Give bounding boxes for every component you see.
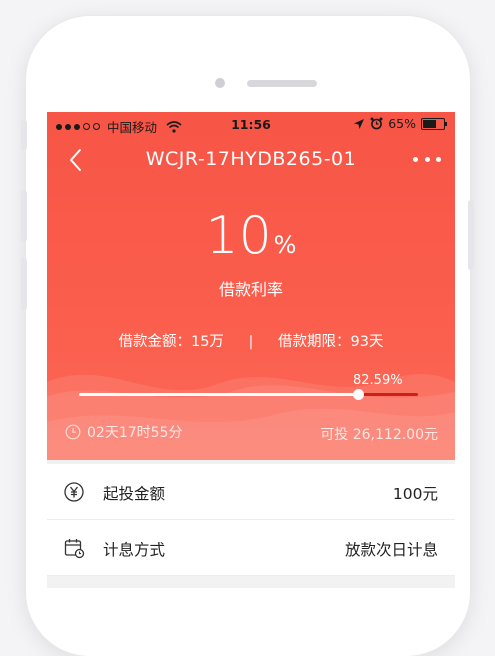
interest-rate-value: 10	[205, 206, 272, 266]
more-dot-icon	[424, 156, 430, 162]
status-right: 65%	[353, 116, 447, 131]
mute-switch	[21, 120, 27, 150]
detail-value: 放款次日计息	[344, 541, 438, 559]
available-amount: 可投 26,112.00元	[320, 427, 438, 443]
detail-row-min-investment: 起投金额 100元	[47, 464, 455, 520]
loan-summary-separator: |	[248, 334, 254, 350]
volume-down-button	[21, 258, 27, 310]
countdown-text: 02天17时55分	[87, 425, 183, 441]
loan-term: 借款期限：93天	[278, 334, 384, 350]
more-dot-icon	[436, 156, 441, 162]
loan-amount: 借款金额：15万	[118, 334, 224, 350]
loan-summary: 借款金额：15万 | 借款期限：93天	[47, 330, 455, 351]
progress-percent: 82.59%	[353, 373, 403, 388]
calendar-icon	[64, 539, 85, 559]
progress-bar	[79, 393, 418, 396]
interest-rate: 10%	[47, 210, 455, 262]
clock-icon	[65, 424, 81, 440]
battery-level-fill	[423, 119, 436, 128]
product-hero: 中国移动 11:56 65% WCJR-17HYDB265-01 10% 借款利…	[47, 112, 455, 460]
page-title: WCJR-17HYDB265-01	[145, 148, 357, 170]
more-dot-icon	[413, 156, 418, 162]
detail-row-interest-method: 计息方式 放款次日计息	[47, 520, 455, 576]
countdown: 02天17时55分	[65, 422, 182, 442]
battery-icon	[421, 117, 447, 130]
detail-label: 计息方式	[103, 541, 166, 559]
power-button	[468, 200, 474, 270]
product-details: 起投金额 100元 计息方式 放款次日计息	[47, 464, 455, 576]
progress-bar-fill	[79, 393, 359, 396]
interest-rate-suffix: %	[273, 231, 297, 259]
front-camera	[215, 78, 225, 88]
yen-icon	[64, 482, 84, 502]
status-bar: 中国移动 11:56 65%	[47, 112, 455, 138]
battery-percent: 65%	[388, 116, 416, 131]
volume-up-button	[21, 190, 27, 242]
earpiece-speaker	[247, 80, 317, 87]
app-screen: 中国移动 11:56 65% WCJR-17HYDB265-01 10% 借款利…	[47, 112, 455, 588]
detail-value: 100元	[392, 485, 438, 503]
detail-label: 起投金额	[103, 485, 166, 503]
interest-rate-label: 借款利率	[218, 280, 283, 299]
alarm-clock-icon	[370, 117, 383, 130]
location-arrow-icon	[354, 118, 365, 129]
more-options-button[interactable]	[413, 152, 441, 166]
